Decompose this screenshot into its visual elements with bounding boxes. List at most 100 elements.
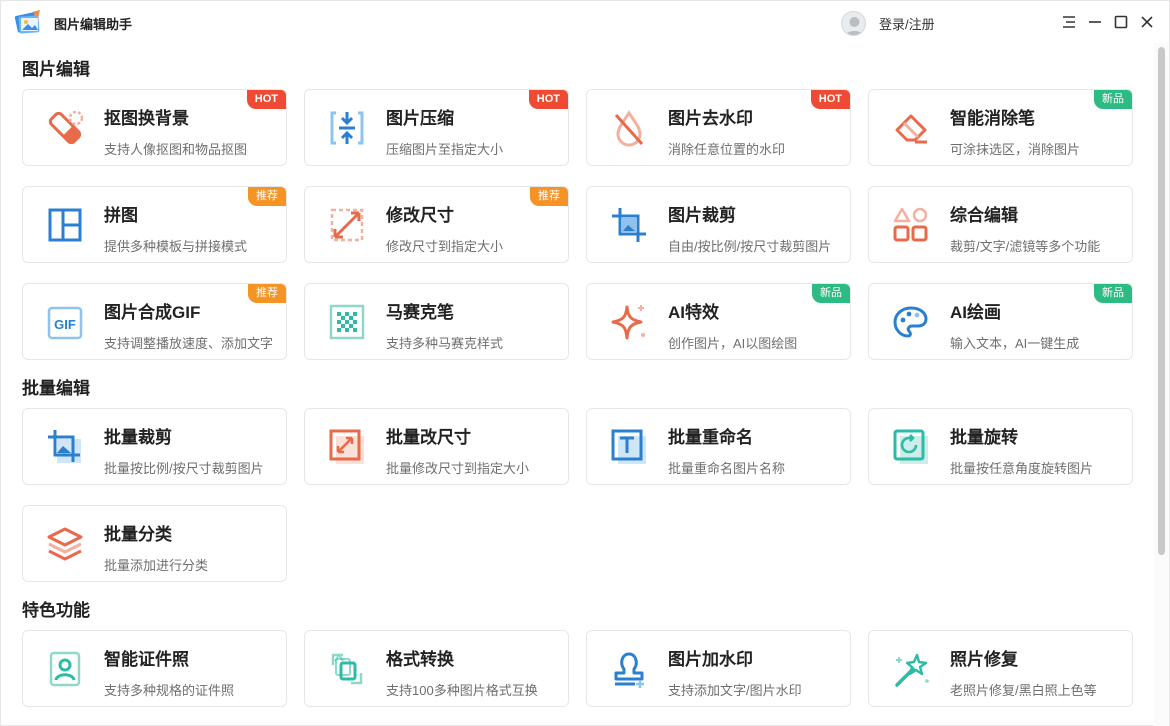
card-title: 批量裁剪 (104, 428, 172, 447)
card-desc: 可涂抹选区，消除图片 (950, 142, 1081, 157)
feature-card-gif[interactable]: GIF 图片合成GIF 支持调整播放速度、添加文字 推荐 (22, 283, 287, 360)
new-badge: 新品 (812, 284, 850, 303)
feature-card-ai-effect[interactable]: AI特效 创作图片，AI以图绘图 新品 (586, 283, 851, 360)
card-desc: 提供多种模板与拼接模式 (104, 239, 248, 254)
shapes-icon (893, 207, 928, 242)
card-title: 综合编辑 (950, 206, 1018, 225)
feature-card-compress[interactable]: 图片压缩 压缩图片至指定大小 HOT (304, 89, 569, 166)
card-title: 图片加水印 (668, 650, 753, 669)
magic-wand-icon (895, 653, 929, 687)
card-desc: 自由/按比例/按尺寸裁剪图片 (668, 239, 832, 254)
scrollbar-thumb[interactable] (1158, 47, 1165, 555)
card-desc: 裁剪/文字/滤镜等多个功能 (950, 239, 1101, 254)
minimize-button[interactable] (1086, 13, 1104, 31)
card-desc: 支持100多种图片格式互换 (386, 683, 538, 698)
user-avatar-icon (845, 16, 864, 35)
card-title: 图片去水印 (668, 109, 753, 128)
card-desc: 压缩图片至指定大小 (386, 142, 504, 157)
palette-icon (893, 306, 928, 338)
feature-card-ai-painting[interactable]: AI绘画 输入文本，AI一键生成 新品 (868, 283, 1133, 360)
card-title: 批量分类 (104, 525, 172, 544)
menu-icon (1063, 16, 1075, 28)
card-desc: 支持调整播放速度、添加文字 (104, 336, 274, 351)
card-desc: 支持多种马赛克样式 (386, 336, 504, 351)
app-window: 图片编辑助手 登录/注册 图片编辑 抠图换背景 支持人像抠图和物品抠图 HOT … (0, 0, 1170, 726)
feature-card-smart-eraser[interactable]: 智能消除笔 可涂抹选区，消除图片 新品 (868, 89, 1133, 166)
hot-badge: HOT (528, 90, 568, 109)
eraser-icon (895, 114, 927, 144)
new-badge: 新品 (1094, 284, 1132, 303)
card-desc: 支持添加文字/图片水印 (668, 683, 802, 698)
section-title-batch-edit: 批量编辑 (22, 379, 90, 398)
menu-button[interactable] (1060, 13, 1078, 31)
gif-icon: GIF (47, 306, 83, 340)
feature-card-batch-rotate[interactable]: 批量旋转 批量按任意角度旋转图片 (868, 408, 1133, 485)
eraser-pen-icon (48, 110, 84, 145)
card-title: 格式转换 (386, 650, 454, 669)
feature-card-mosaic[interactable]: 马赛克笔 支持多种马赛克样式 (304, 283, 569, 360)
feature-card-add-watermark[interactable]: 图片加水印 支持添加文字/图片水印 (586, 630, 851, 707)
feature-card-remove-watermark[interactable]: 图片去水印 消除任意位置的水印 HOT (586, 89, 851, 166)
feature-card-resize[interactable]: 修改尺寸 修改尺寸到指定大小 推荐 (304, 186, 569, 263)
card-title: 智能证件照 (104, 650, 189, 669)
card-title: AI绘画 (950, 303, 1001, 322)
app-logo-icon (14, 10, 40, 34)
feature-card-batch-rename[interactable]: 批量重命名 批量重命名图片名称 (586, 408, 851, 485)
card-title: 智能消除笔 (950, 109, 1035, 128)
feature-card-id-photo[interactable]: 智能证件照 支持多种规格的证件照 (22, 630, 287, 707)
card-desc: 老照片修复/黑白照上色等 (950, 683, 1097, 698)
card-title: AI特效 (668, 303, 719, 322)
recommend-badge: 推荐 (248, 284, 286, 303)
card-title: 马赛克笔 (386, 303, 454, 322)
card-title: 修改尺寸 (386, 206, 454, 225)
recommend-badge: 推荐 (248, 187, 286, 206)
card-desc: 批量重命名图片名称 (668, 461, 786, 476)
new-badge: 新品 (1094, 90, 1132, 109)
feature-card-comprehensive-edit[interactable]: 综合编辑 裁剪/文字/滤镜等多个功能 (868, 186, 1133, 263)
rotate-icon (893, 429, 928, 464)
svg-text:GIF: GIF (54, 317, 76, 332)
id-photo-icon (49, 651, 81, 687)
card-desc: 修改尺寸到指定大小 (386, 239, 504, 254)
compress-icon (330, 111, 364, 145)
sparkle-icon (611, 305, 645, 340)
card-desc: 批量按比例/按尺寸裁剪图片 (104, 461, 264, 476)
title-bar: 图片编辑助手 登录/注册 (1, 1, 1169, 43)
stamp-icon (614, 652, 644, 688)
card-desc: 输入文本，AI一键生成 (950, 336, 1080, 351)
section-title-image-edit: 图片编辑 (22, 60, 90, 79)
feature-card-collage[interactable]: 拼图 提供多种模板与拼接模式 推荐 (22, 186, 287, 263)
card-desc: 批量添加进行分类 (104, 558, 209, 573)
batch-resize-icon (329, 429, 364, 464)
feature-card-batch-classify[interactable]: 批量分类 批量添加进行分类 (22, 505, 287, 582)
feature-card-batch-resize[interactable]: 批量改尺寸 批量修改尺寸到指定大小 (304, 408, 569, 485)
close-button[interactable] (1138, 13, 1156, 31)
close-icon (1141, 16, 1153, 28)
feature-card-batch-crop[interactable]: 批量裁剪 批量按比例/按尺寸裁剪图片 (22, 408, 287, 485)
card-desc: 支持人像抠图和物品抠图 (104, 142, 248, 157)
feature-card-photo-repair[interactable]: 照片修复 老照片修复/黑白照上色等 (868, 630, 1133, 707)
card-title: 批量改尺寸 (386, 428, 471, 447)
section-title-special-features: 特色功能 (22, 601, 90, 620)
feature-card-format-convert[interactable]: 格式转换 支持100多种图片格式互换 (304, 630, 569, 707)
rename-icon (611, 429, 646, 464)
maximize-icon (1114, 15, 1128, 29)
card-desc: 批量修改尺寸到指定大小 (386, 461, 530, 476)
maximize-button[interactable] (1112, 13, 1130, 31)
card-title: 图片压缩 (386, 109, 454, 128)
card-desc: 创作图片，AI以图绘图 (668, 336, 798, 351)
hot-badge: HOT (246, 90, 286, 109)
recommend-badge: 推荐 (530, 187, 568, 206)
card-desc: 支持多种规格的证件照 (104, 683, 235, 698)
card-title: 批量重命名 (668, 428, 753, 447)
layers-icon (47, 527, 83, 561)
app-title: 图片编辑助手 (54, 17, 133, 32)
feature-card-cutout[interactable]: 抠图换背景 支持人像抠图和物品抠图 HOT (22, 89, 287, 166)
login-register-button[interactable]: 登录/注册 (841, 10, 935, 36)
collage-icon (48, 208, 82, 242)
card-desc: 消除任意位置的水印 (668, 142, 786, 157)
card-title: 图片合成GIF (104, 303, 201, 322)
feature-card-crop[interactable]: 图片裁剪 自由/按比例/按尺寸裁剪图片 (586, 186, 851, 263)
batch-crop-icon (48, 430, 81, 463)
format-convert-icon (331, 653, 363, 685)
